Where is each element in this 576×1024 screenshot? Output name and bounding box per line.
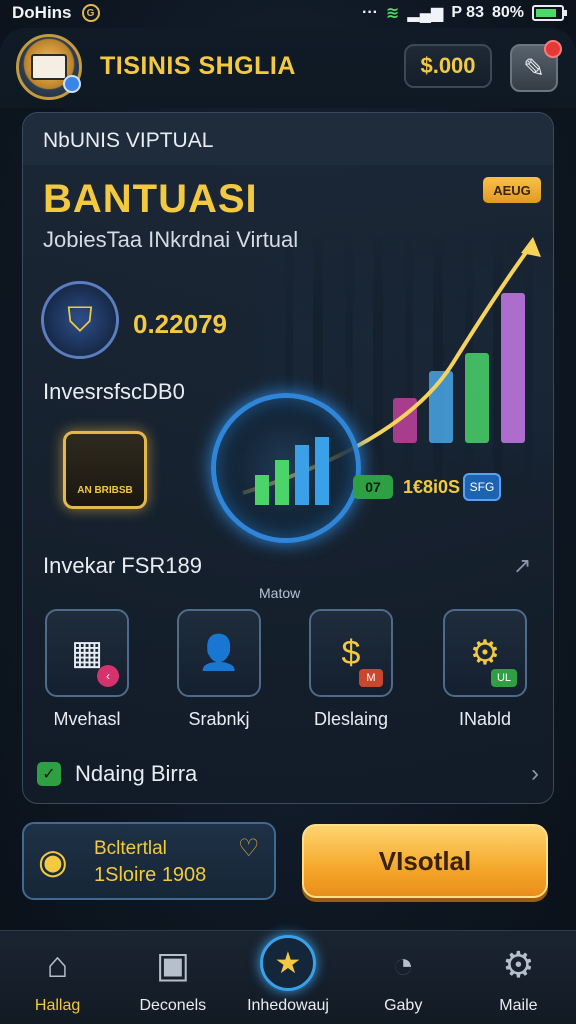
ring-bar bbox=[275, 460, 289, 505]
growth-bar bbox=[501, 293, 525, 443]
coins-icon: ◉ bbox=[38, 843, 68, 881]
stat-value: 0.22079 bbox=[133, 309, 227, 339]
app-title: TISINIS SHGLIA bbox=[100, 52, 296, 80]
tile-gear[interactable]: ⚙ UL INabld bbox=[441, 609, 529, 730]
home-icon: ⌂ bbox=[46, 944, 69, 985]
promo-card[interactable]: ◉ Bcltertlal 1Sloire 1908 ♡ bbox=[22, 822, 276, 900]
chest-label: AN BRIBSB bbox=[77, 485, 133, 496]
grid-dashboard-icon: ▦ bbox=[70, 634, 104, 672]
nav-star-label: Inhedowauj bbox=[247, 997, 329, 1014]
heart-icon[interactable]: ♡ bbox=[238, 834, 260, 863]
nav-settings-label: Maile bbox=[499, 997, 538, 1014]
invest-label-secondary: Invekar FSR189 bbox=[43, 553, 202, 578]
nav-star[interactable]: ★ Inhedowauj bbox=[230, 931, 345, 1024]
nav-home[interactable]: ⌂ Hallag bbox=[0, 931, 115, 1024]
ring-bar bbox=[255, 475, 269, 505]
gear-icon: ⚙ bbox=[502, 944, 535, 985]
notification-dot bbox=[544, 40, 562, 58]
wallet-icon: ▣ bbox=[155, 944, 190, 985]
app-screen: DoHins G ··· ≋ ▂▄▆ P 83 80% TISINIS SHGL… bbox=[0, 0, 576, 1024]
user-desk-icon: 👤 bbox=[197, 634, 241, 672]
tile-user-label: Srabnkj bbox=[188, 709, 250, 729]
card-big-title: BANTUASI bbox=[43, 177, 258, 221]
wifi-icon: ≋ bbox=[385, 5, 400, 22]
promo-subtitle: 1Sloire 1908 bbox=[94, 864, 207, 886]
nav-wallet[interactable]: ▣ Deconels bbox=[115, 931, 230, 1024]
tile-tools-badge: M bbox=[359, 669, 383, 687]
nav-settings[interactable]: ⚙ Maile bbox=[461, 931, 576, 1024]
tile-user-box[interactable]: 👤 bbox=[177, 609, 261, 697]
blue-chip[interactable]: SFG bbox=[463, 473, 501, 501]
balance-button[interactable]: $.000 bbox=[404, 44, 492, 88]
main-card: NbUNIS VIPTUAL BANTUASI AEUG JobiesTaa I… bbox=[22, 112, 554, 804]
shop-icon bbox=[31, 54, 67, 80]
app-header: TISINIS SHGLIA $.000 ✎ bbox=[0, 28, 576, 108]
share-icon[interactable]: ↗ bbox=[513, 553, 531, 579]
chevron-right-icon: › bbox=[531, 760, 539, 787]
pending-label: Ndaing Birra bbox=[75, 761, 198, 786]
shield-emblem-icon: ⛉ bbox=[41, 281, 119, 359]
tools-icon: ✎ bbox=[523, 52, 545, 83]
tag-badge[interactable]: AEUG bbox=[483, 177, 541, 203]
chip-text: 1€8i0S bbox=[403, 477, 461, 497]
star-icon: ★ bbox=[260, 935, 316, 991]
treasure-chest-icon[interactable]: AN BRIBSB bbox=[63, 431, 147, 509]
ring-chart-icon bbox=[255, 437, 329, 505]
network-text: P 83 bbox=[451, 4, 484, 21]
nav-wallet-label: Deconels bbox=[139, 997, 207, 1014]
status-right: ··· ≋ ▂▄▆ P 83 80% bbox=[362, 3, 567, 23]
tile-dashboard-box[interactable]: ▦ ‹ bbox=[45, 609, 129, 697]
tile-tools[interactable]: $ M Dleslaing bbox=[307, 609, 395, 730]
ring-bar bbox=[295, 445, 309, 505]
tile-gear-box[interactable]: ⚙ UL bbox=[443, 609, 527, 697]
battery-text: 80% bbox=[491, 4, 524, 21]
gold-gear-icon: ⚙ bbox=[469, 634, 501, 672]
promo-title: Bcltertlal bbox=[94, 838, 167, 859]
tile-gear-badge: UL bbox=[491, 669, 517, 687]
primary-action-button[interactable]: VIsotlal bbox=[302, 824, 548, 898]
invest-label-primary: InvesrsfscDB0 bbox=[43, 379, 185, 404]
battery-icon bbox=[532, 5, 567, 21]
tile-tools-box[interactable]: $ M bbox=[309, 609, 393, 697]
tile-dashboard-label: Mvehasl bbox=[53, 709, 121, 729]
tile-gear-label: INabld bbox=[458, 709, 512, 729]
status-left: DoHins G bbox=[12, 3, 100, 23]
growth-bar bbox=[465, 353, 489, 443]
green-chip: 07 bbox=[353, 475, 393, 499]
gauge-icon: ◔ bbox=[392, 944, 415, 985]
nav-home-label: Hallag bbox=[34, 997, 81, 1014]
nav-star-wrap: ★ bbox=[260, 935, 316, 991]
card-description: JobiesTaa INkrdnai Virtual bbox=[43, 227, 299, 252]
app-status-icon: G bbox=[81, 4, 100, 22]
pending-row[interactable]: ✓ Ndaing Birra › bbox=[23, 749, 553, 799]
tools-button[interactable]: ✎ bbox=[510, 40, 562, 92]
check-icon: ✓ bbox=[37, 762, 61, 786]
tile-dashboard[interactable]: ▦ ‹ Mvehasl bbox=[43, 609, 131, 730]
mini-label: Matow bbox=[259, 585, 301, 601]
bottom-nav: ⌂ Hallag ▣ Deconels ★ Inhedowauj ◔ Gaby … bbox=[0, 930, 576, 1024]
signal-icon: ▂▄▆ bbox=[407, 5, 444, 22]
ring-bar bbox=[315, 437, 329, 505]
status-bar: DoHins G ··· ≋ ▂▄▆ P 83 80% bbox=[0, 0, 576, 26]
nav-gauge-label: Gaby bbox=[384, 997, 423, 1014]
nav-gauge[interactable]: ◔ Gaby bbox=[346, 931, 461, 1024]
status-app-name: DoHins bbox=[12, 3, 72, 22]
card-subtitle: NbUNIS VIPTUAL bbox=[43, 129, 214, 152]
tile-tools-label: Dleslaing bbox=[313, 709, 389, 729]
tile-dashboard-badge: ‹ bbox=[97, 665, 119, 687]
growth-chart bbox=[242, 237, 541, 495]
dollar-tools-icon: $ bbox=[341, 633, 361, 672]
tile-user[interactable]: 👤 Srabnkj bbox=[175, 609, 263, 730]
avatar-badge-icon bbox=[63, 75, 81, 93]
dots-icon: ··· bbox=[362, 4, 378, 21]
avatar[interactable] bbox=[16, 34, 82, 100]
